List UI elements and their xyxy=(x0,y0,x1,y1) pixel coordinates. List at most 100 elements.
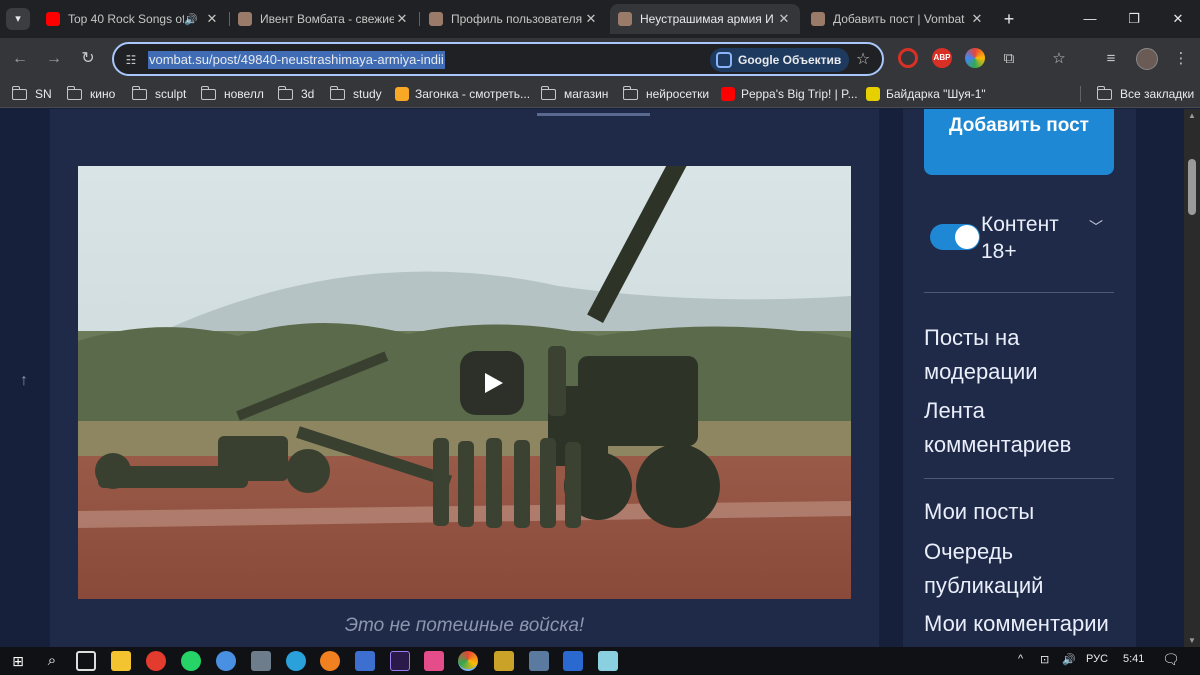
close-icon[interactable]: ✕ xyxy=(394,11,410,27)
chrome-icon[interactable] xyxy=(458,651,478,671)
tab-title: Top 40 Rock Songs of xyxy=(68,12,185,26)
app-icon[interactable] xyxy=(494,651,514,671)
app-icon[interactable] xyxy=(355,651,375,671)
page-scrollbar[interactable]: ▲ ▼ xyxy=(1184,109,1200,647)
figma-icon[interactable] xyxy=(424,651,444,671)
new-tab-button[interactable]: + xyxy=(998,8,1020,30)
after-effects-icon[interactable] xyxy=(390,651,410,671)
bookmark-folder[interactable]: нейросетки xyxy=(622,84,709,104)
scrollbar-thumb[interactable] xyxy=(1188,159,1196,215)
file-explorer-icon[interactable] xyxy=(111,651,131,671)
red-circle-extension-icon[interactable] xyxy=(898,48,918,68)
calculator-icon[interactable] xyxy=(251,651,271,671)
link-my-comments[interactable]: Мои комментарии xyxy=(924,607,1134,641)
wombat-favicon-icon xyxy=(811,12,825,26)
adblock-extension-icon[interactable]: ABP xyxy=(932,48,952,68)
tab-1[interactable]: Ивент Вомбата - свежие ✕ xyxy=(230,4,418,34)
link-comments-feed[interactable]: Лента комментариев xyxy=(924,394,1134,462)
language-indicator[interactable]: РУС xyxy=(1086,653,1108,665)
folder-icon xyxy=(200,85,216,100)
add-post-button[interactable]: Добавить пост xyxy=(924,109,1114,175)
forward-button[interactable]: → xyxy=(42,47,66,71)
network-icon[interactable]: ⊡ xyxy=(1040,653,1049,666)
close-icon[interactable]: ✕ xyxy=(583,11,599,27)
site-settings-icon[interactable]: ☷ xyxy=(122,51,140,69)
bookmark-folder[interactable]: 3d xyxy=(277,84,314,104)
windows-taskbar: ⊞ ⌕ ^ ⊡ 🔊 РУС 5:41 🗨 xyxy=(0,647,1200,675)
chevron-down-icon[interactable]: ﹀ xyxy=(1089,217,1103,237)
reload-button[interactable]: ↻ xyxy=(76,47,100,71)
volume-icon[interactable]: 🔊 xyxy=(1062,653,1076,666)
bookmark-folder[interactable]: новелл xyxy=(200,84,264,104)
app-icon[interactable] xyxy=(563,651,583,671)
bookmark-site[interactable]: Байдарка "Шуя-1" xyxy=(866,84,986,104)
search-icon[interactable]: ⌕ xyxy=(42,651,62,671)
windows-start-icon[interactable]: ⊞ xyxy=(8,651,28,671)
scroll-up-arrow-icon[interactable]: ▲ xyxy=(1188,111,1196,120)
scroll-to-top-arrow-icon[interactable]: ↑ xyxy=(20,372,28,390)
folder-icon xyxy=(11,85,27,100)
close-window-button[interactable]: ✕ xyxy=(1158,8,1198,30)
menu-kebab-icon[interactable]: ⋮ xyxy=(1170,48,1192,70)
profile-avatar[interactable] xyxy=(1136,48,1158,70)
post-video[interactable] xyxy=(78,166,851,599)
bookmark-site[interactable]: Загонка - смотреть... xyxy=(395,84,530,104)
all-bookmarks-folder[interactable]: Все закладки xyxy=(1096,84,1194,104)
youtube-icon xyxy=(721,87,735,101)
bookmarks-star-icon[interactable]: ☆ xyxy=(1048,48,1070,70)
extensions-puzzle-icon[interactable]: ⧉ xyxy=(998,48,1020,70)
close-icon[interactable]: ✕ xyxy=(204,11,220,27)
bookmark-folder[interactable]: SN xyxy=(11,84,52,104)
bookmark-folder[interactable]: study xyxy=(329,84,382,104)
play-button[interactable] xyxy=(460,351,524,415)
link-publish-queue[interactable]: Очередь публикаций xyxy=(924,535,1134,603)
tab-0[interactable]: Top 40 Rock Songs of 🔊 ✕ xyxy=(38,4,228,34)
link-my-posts[interactable]: Мои посты xyxy=(924,495,1134,529)
tab-title: Ивент Вомбата - свежие xyxy=(260,12,394,26)
video-caption: Это не потешные войска! xyxy=(344,615,585,636)
notepad-icon[interactable] xyxy=(598,651,618,671)
task-view-icon[interactable] xyxy=(76,651,96,671)
tab-3-active[interactable]: Неустрашимая армия И ✕ xyxy=(610,4,800,34)
kayak-site-icon xyxy=(866,87,880,101)
bookmark-folder[interactable]: sculpt xyxy=(131,84,186,104)
yandex-browser-icon[interactable] xyxy=(146,651,166,671)
restore-button[interactable]: ❐ xyxy=(1114,8,1154,30)
clock[interactable]: 5:41 xyxy=(1123,653,1144,665)
app-icon[interactable] xyxy=(529,651,549,671)
bookmark-folder[interactable]: магазин xyxy=(540,84,608,104)
color-extension-icon[interactable] xyxy=(965,48,985,68)
close-icon[interactable]: ✕ xyxy=(969,11,985,27)
lens-icon xyxy=(716,52,732,68)
tray-chevron-up-icon[interactable]: ^ xyxy=(1018,653,1023,665)
notifications-icon[interactable]: 🗨 xyxy=(1162,651,1180,668)
blender-icon[interactable] xyxy=(320,651,340,671)
tab-2[interactable]: Профиль пользователя ✕ xyxy=(421,4,607,34)
post-card: Это не потешные войска! xyxy=(50,109,879,647)
tab-title: Добавить пост | Vombat xyxy=(833,12,965,26)
bookmark-folder[interactable]: кино xyxy=(66,84,115,104)
media-control-icon[interactable]: ≡ xyxy=(1100,48,1122,70)
link-moderation-posts[interactable]: Посты на модерации xyxy=(924,321,1134,389)
google-lens-button[interactable]: Google Объектив xyxy=(710,48,850,72)
zagonka-icon xyxy=(395,87,409,101)
url-text[interactable]: vombat.su/post/49840-neustrashimaya-armi… xyxy=(148,51,445,69)
back-button[interactable]: ← xyxy=(8,47,32,71)
minimize-button[interactable]: — xyxy=(1070,8,1110,30)
youtube-icon xyxy=(46,12,60,26)
toggle-knob xyxy=(955,225,979,249)
bookmark-site[interactable]: Peppa's Big Trip! | P... xyxy=(721,84,858,104)
bookmark-star-icon[interactable]: ☆ xyxy=(852,49,874,71)
close-icon[interactable]: ✕ xyxy=(776,11,792,27)
bookmarks-separator xyxy=(1080,86,1081,102)
whatsapp-icon[interactable] xyxy=(181,651,201,671)
adult-content-toggle[interactable] xyxy=(930,224,980,250)
tab-4[interactable]: Добавить пост | Vombat ✕ xyxy=(803,4,993,34)
wombat-favicon-icon xyxy=(618,12,632,26)
app-icon[interactable] xyxy=(216,651,236,671)
scroll-down-arrow-icon[interactable]: ▼ xyxy=(1188,636,1196,645)
address-bar[interactable]: ☷ vombat.su/post/49840-neustrashimaya-ar… xyxy=(112,42,884,76)
telegram-icon[interactable] xyxy=(286,651,306,671)
speaker-icon[interactable]: 🔊 xyxy=(184,13,198,26)
tab-search-button[interactable]: ▾ xyxy=(6,8,30,30)
